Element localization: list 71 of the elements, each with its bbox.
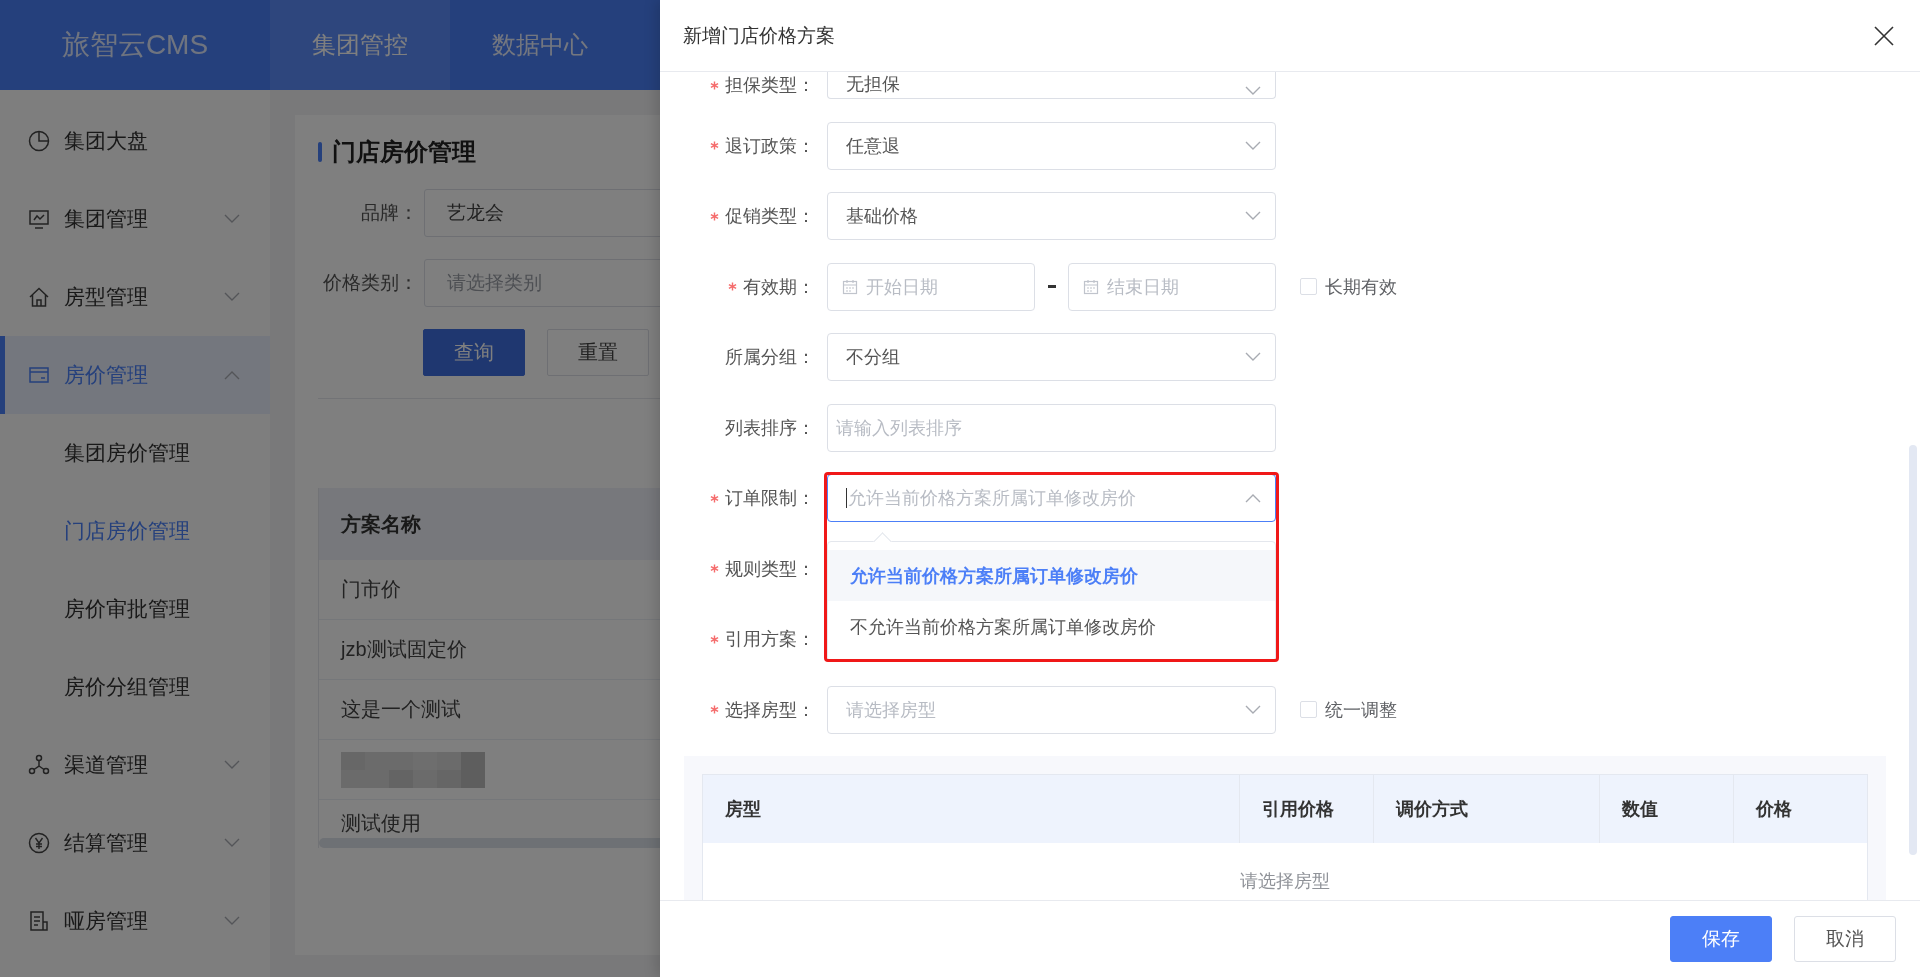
select-field[interactable]: 任意退	[827, 121, 1276, 170]
checkbox[interactable]	[1300, 701, 1317, 718]
select-field[interactable]: 基础价格	[827, 192, 1276, 240]
sidebar-item[interactable]: 哑房管理	[0, 882, 270, 960]
chevron-down-icon	[1245, 704, 1261, 715]
sidebar-item[interactable]: 集团管理	[0, 180, 270, 258]
column-header: 引用价格	[1262, 798, 1334, 821]
close-icon[interactable]	[1873, 24, 1895, 47]
form-label: 引用方案：	[725, 628, 815, 651]
dropdown-option[interactable]: 不允许当前价格方案所属订单修改房价	[828, 601, 1275, 652]
form-label: 担保类型：	[725, 74, 815, 97]
column-header: 房型	[725, 798, 761, 821]
sidebar-item[interactable]: 房型管理	[0, 258, 270, 336]
dropdown-option[interactable]: 允许当前价格方案所属订单修改房价	[828, 550, 1275, 601]
checkbox[interactable]	[1300, 278, 1317, 295]
drawer-title: 新增门店价格方案	[683, 23, 835, 48]
select-field[interactable]: 不分组	[827, 333, 1276, 381]
column-header: 调价方式	[1396, 798, 1468, 821]
column-header: 数值	[1622, 798, 1658, 821]
chevron-down-icon	[1245, 86, 1261, 96]
form-label: 有效期：	[743, 275, 815, 299]
form-label: 促销类型：	[725, 205, 815, 228]
form-label: 选择房型：	[725, 698, 815, 722]
checkbox-label: 统一调整	[1325, 698, 1397, 722]
dash-icon	[1047, 285, 1056, 288]
sidebar-item[interactable]: 渠道管理	[0, 726, 270, 804]
column-header: 方案名称	[341, 511, 421, 537]
form-label: 所属分组：	[725, 346, 815, 369]
sidebar-subitem[interactable]: 集团房价管理	[0, 414, 270, 492]
sidebar-subitem[interactable]: 门店房价管理	[0, 492, 270, 570]
filter-label: 价格类别：	[322, 271, 418, 295]
table-cell-text: 门市价	[341, 577, 401, 602]
chevron-down-icon	[1245, 140, 1261, 151]
yen-icon	[28, 832, 50, 854]
monitor-icon	[28, 208, 50, 230]
save-button[interactable]: 保存	[1670, 916, 1772, 962]
sidebar-item[interactable]: 结算管理	[0, 804, 270, 882]
nav-tab[interactable]: 数据中心	[450, 0, 630, 90]
sidebar-subitem[interactable]: 房价分组管理	[0, 648, 270, 726]
table-cell-text: 测试使用	[341, 811, 421, 836]
search-button[interactable]: 查询	[423, 329, 525, 376]
network-icon	[28, 754, 50, 776]
checkbox-label: 长期有效	[1325, 275, 1397, 299]
sidebar-item[interactable]: 集团大盘	[0, 102, 270, 180]
card-icon	[28, 364, 50, 386]
form-label: 退订政策：	[725, 134, 815, 158]
select-field[interactable]: 无担保	[827, 72, 1276, 99]
house-icon	[28, 286, 50, 308]
app-logo: 旅智云CMS	[60, 28, 210, 62]
sidebar-subitem[interactable]: 房价审批管理	[0, 570, 270, 648]
form-label: 列表排序：	[725, 416, 815, 440]
empty-text: 请选择房型	[1240, 870, 1330, 893]
column-header: 价格	[1756, 798, 1792, 821]
chevron-up-icon	[1245, 493, 1261, 503]
table-cell-text: 这是一个测试	[341, 697, 461, 722]
calendar-icon	[842, 278, 858, 295]
form-label: 订单限制：	[725, 487, 815, 510]
scrollbar[interactable]	[1909, 445, 1917, 855]
form-label: 规则类型：	[725, 557, 815, 581]
sidebar-item[interactable]: 房价管理	[0, 336, 270, 414]
pie-chart-icon	[28, 130, 50, 152]
filter-label: 品牌：	[360, 201, 418, 225]
calendar-icon	[1083, 278, 1099, 295]
table-cell-text: jzb测试固定价	[341, 637, 467, 662]
cancel-button[interactable]: 取消	[1794, 916, 1896, 962]
page-title: 门店房价管理	[332, 137, 476, 167]
chevron-down-icon	[1245, 211, 1261, 221]
document-icon	[28, 910, 50, 932]
chevron-down-icon	[1245, 352, 1261, 362]
reset-button[interactable]: 重置	[547, 329, 649, 376]
nav-tab[interactable]: 集团管控	[270, 0, 450, 90]
